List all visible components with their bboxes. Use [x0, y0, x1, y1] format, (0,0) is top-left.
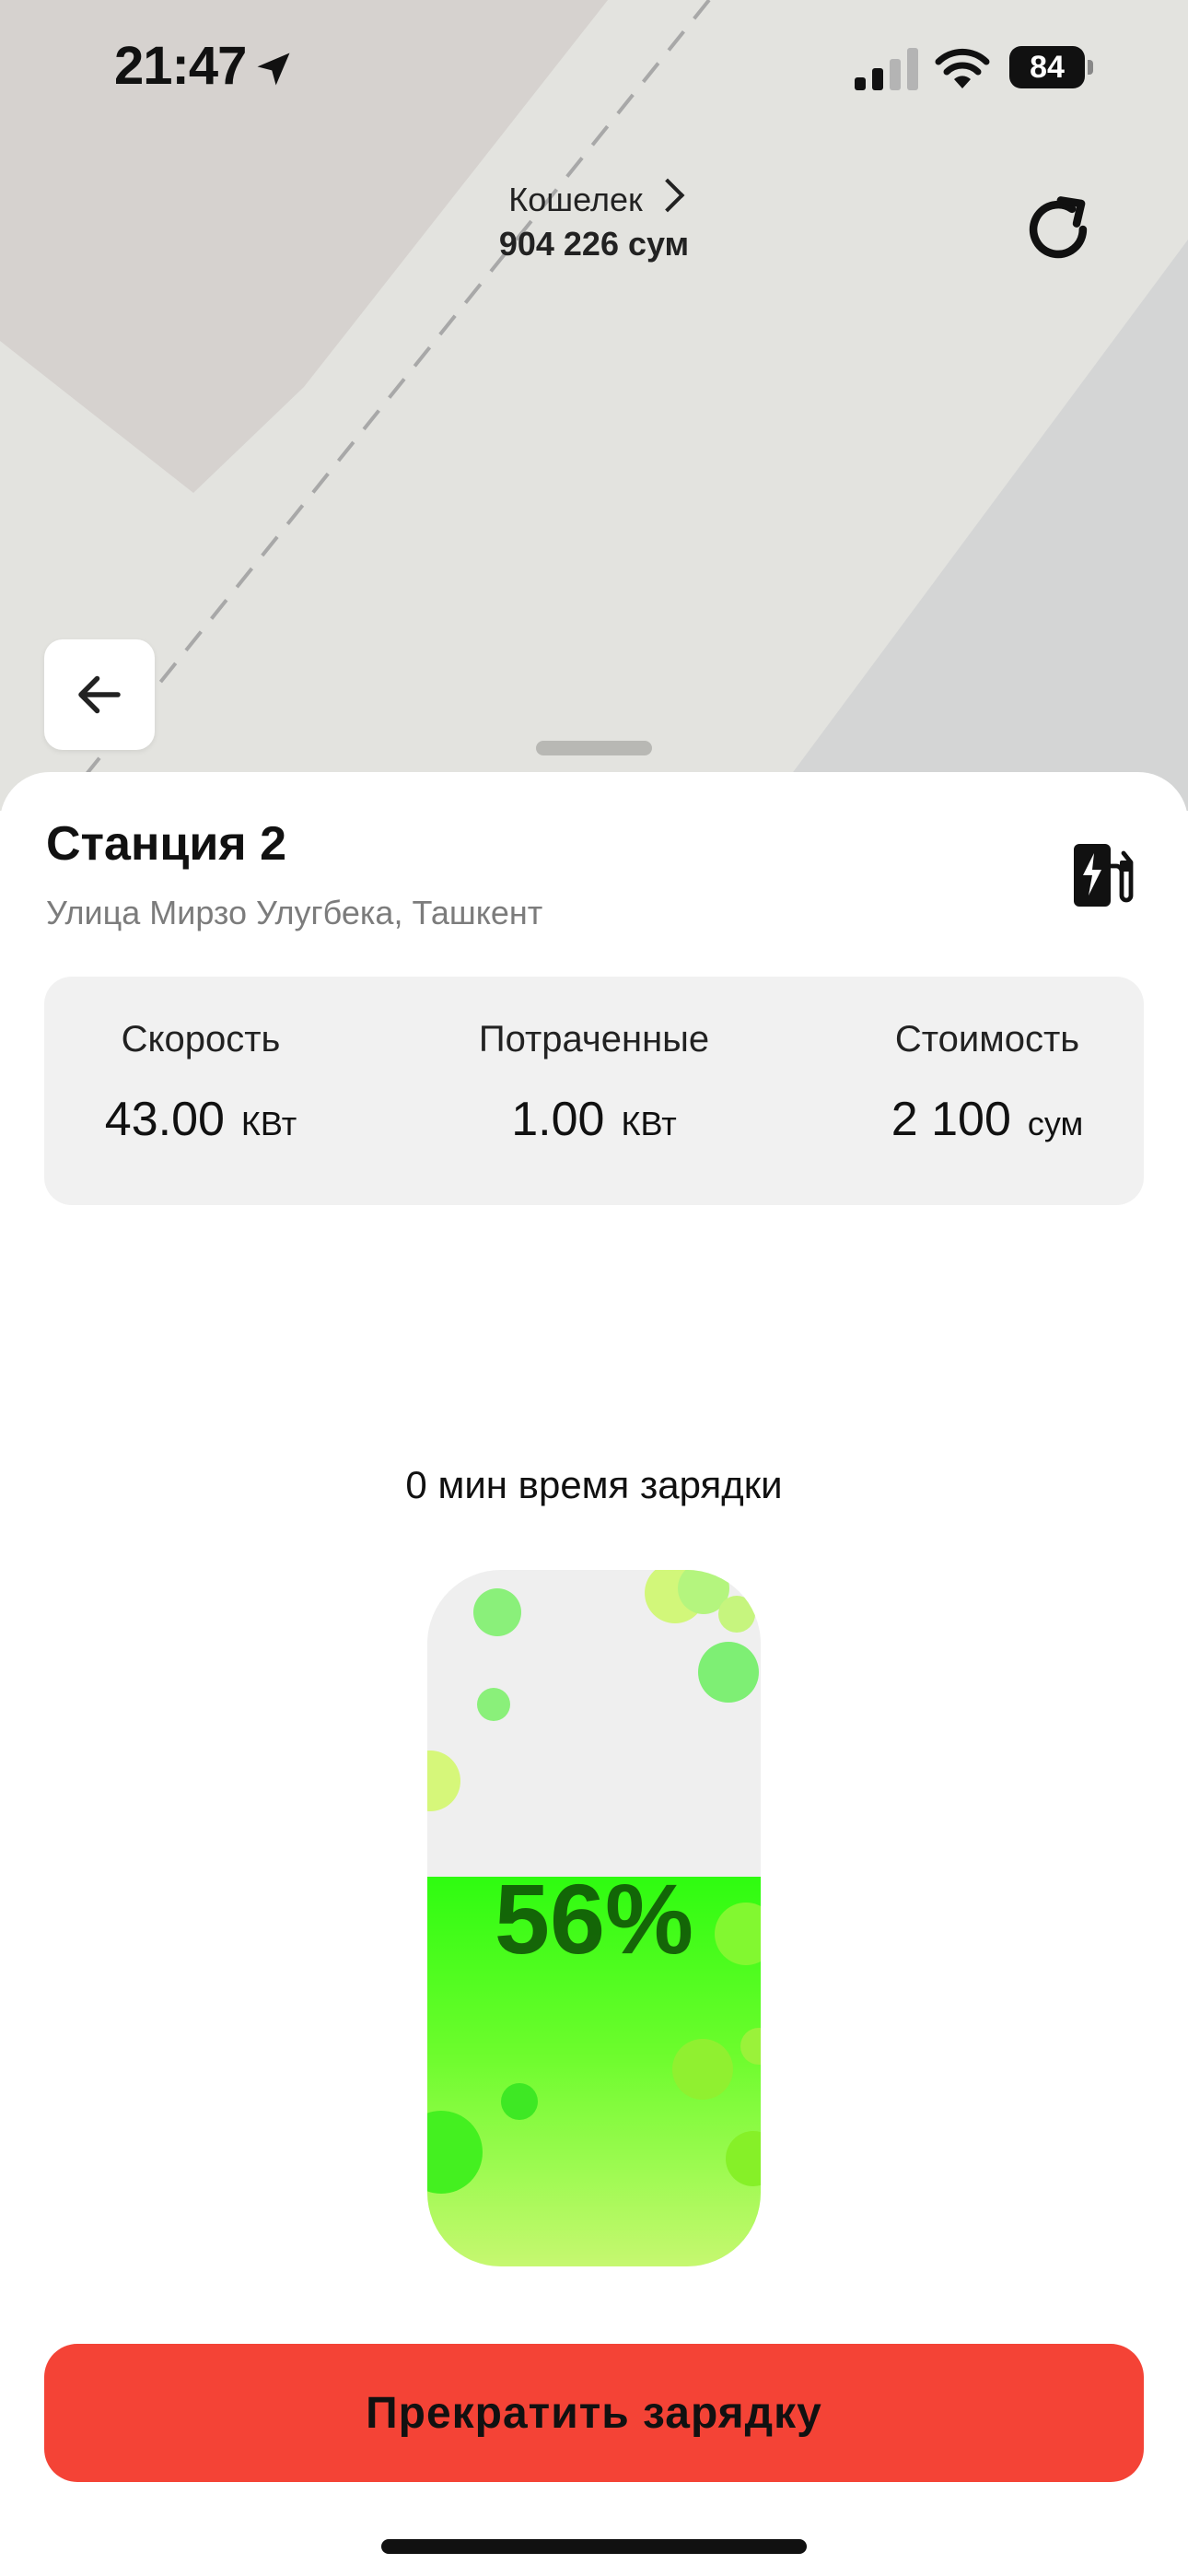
stat-consumed: Потраченные 1.00 КВт: [437, 1019, 751, 1147]
decor-bubble: [740, 2027, 761, 2065]
arrow-left-icon: [78, 675, 121, 714]
stat-unit: сум: [1027, 1105, 1084, 1142]
decor-bubble: [473, 1588, 521, 1636]
station-address: Улица Мирзо Улугбека, Ташкент: [46, 894, 543, 931]
stop-charging-button[interactable]: Прекратить зарядку: [44, 2344, 1144, 2482]
signal-icon: [855, 48, 918, 90]
decor-bubble: [726, 2130, 761, 2186]
back-button[interactable]: [44, 639, 155, 750]
decor-bubble: [718, 1596, 755, 1633]
decor-bubble: [698, 1642, 759, 1703]
battery-level: 84: [1009, 46, 1085, 88]
decor-bubble: [501, 2082, 538, 2120]
wifi-icon: [935, 48, 990, 88]
charging-stats-card: Скорость 43.00 КВт Потраченные 1.00 КВт Ст…: [44, 977, 1144, 1205]
charging-time: 0 мин время зарядки: [405, 1463, 783, 1506]
wallet-balance: 904 226 сум: [498, 225, 690, 263]
ev-charger-icon: [1074, 844, 1134, 907]
station-title: Станция 2: [46, 817, 286, 871]
chevron-right-icon: [650, 178, 685, 213]
charge-level-indicator: 56%: [427, 1570, 761, 2266]
charge-percent: 56%: [494, 1863, 694, 1974]
wallet-label: Кошелек: [508, 181, 643, 218]
stat-value: 2 100: [891, 1093, 1011, 1146]
refresh-icon[interactable]: [1019, 190, 1098, 269]
status-bar: 21:47 84: [0, 0, 1188, 138]
stat-value: 1.00: [511, 1093, 605, 1146]
decor-bubble: [477, 1688, 510, 1721]
decor-bubble: [672, 2038, 733, 2100]
stat-speed: Скорость 43.00 КВт: [63, 1019, 339, 1147]
stat-label: Потраченные: [478, 1019, 710, 1060]
decor-bubble: [427, 2110, 483, 2194]
status-time: 21:47: [114, 36, 247, 96]
decor-bubble: [427, 1751, 460, 1811]
stat-label: Скорость: [121, 1019, 281, 1060]
wallet-link[interactable]: Кошелек 904 226 сум: [405, 178, 783, 263]
stat-unit: КВт: [621, 1105, 677, 1142]
stat-value: 43.00: [104, 1093, 225, 1146]
stat-cost: Стоимость 2 100 сум: [849, 1019, 1125, 1147]
home-indicator[interactable]: [381, 2539, 807, 2554]
stat-label: Стоимость: [894, 1019, 1080, 1060]
stat-unit: КВт: [240, 1105, 297, 1142]
sheet-drag-handle[interactable]: [536, 741, 652, 755]
location-arrow-icon: [257, 53, 290, 86]
battery-icon: 84: [1009, 46, 1094, 90]
